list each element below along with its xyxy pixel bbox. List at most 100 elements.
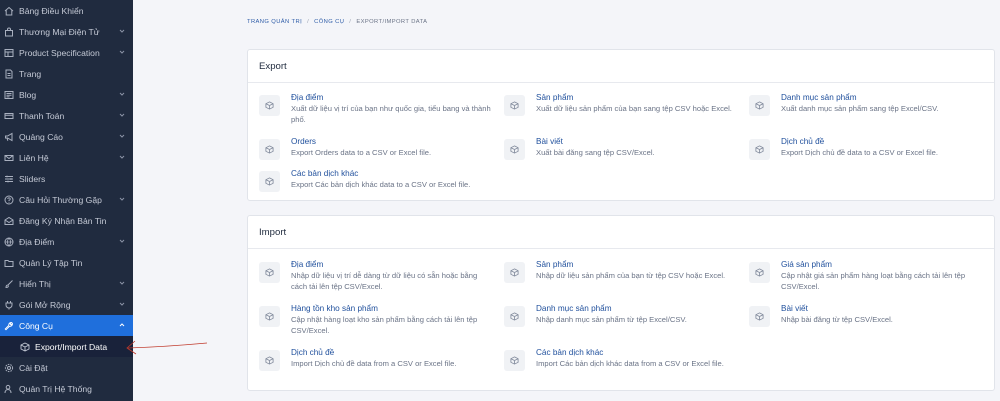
item-description: Export Các bản dịch khác data to a CSV o…: [291, 180, 471, 189]
globe-icon: [4, 237, 14, 247]
export-card-title: Export: [248, 50, 994, 83]
sidebar-item-label: Địa Điểm: [19, 236, 55, 247]
sidebar-item-label: Cài Đặt: [19, 362, 48, 373]
sidebar-item-ecommerce[interactable]: Thương Mại Điện Tử: [0, 21, 133, 42]
help-circle-icon: [4, 195, 14, 205]
breadcrumb-separator: /: [349, 19, 352, 25]
folder-icon: [4, 258, 14, 268]
item-description: Cập nhật hàng loạt kho sản phẩm bằng các…: [291, 315, 478, 335]
sidebar-item-system[interactable]: Quản Trị Hệ Thống: [0, 378, 133, 399]
sidebar-item-label: Quản Trị Hệ Thống: [19, 383, 92, 394]
sidebar-item-label: Thanh Toán: [19, 110, 65, 121]
export-item-orders[interactable]: Orders Export Orders data to a CSV or Exc…: [259, 137, 494, 160]
sidebar-item-pages[interactable]: Trang: [0, 63, 133, 84]
sidebar-item-label: Câu Hỏi Thường Gặp: [19, 194, 102, 205]
item-title: Giá sản phẩm: [781, 260, 832, 269]
sidebar-item-media[interactable]: Quản Lý Tập Tin: [0, 252, 133, 273]
item-title: Dịch chủ đề: [781, 137, 825, 146]
sidebar-item-settings[interactable]: Cài Đặt: [0, 357, 133, 378]
import-item-other-translations[interactable]: Các bản dịch khác Import Các bản dịch khá…: [504, 348, 739, 371]
package-icon: [749, 306, 770, 327]
import-item-theme-translations[interactable]: Dịch chủ đề Import Dịch chủ đề data from …: [259, 348, 494, 371]
package-icon: [504, 306, 525, 327]
export-item-products[interactable]: Sản phẩm Xuất dữ liệu sản phẩm của bạn sa…: [504, 93, 739, 116]
import-card-title: Import: [248, 216, 994, 249]
package-icon: [749, 139, 770, 160]
item-title: Địa điểm: [291, 93, 324, 102]
sidebar-item-payments[interactable]: Thanh Toán: [0, 105, 133, 126]
sidebar-item-label: Đăng Ký Nhận Bản Tin: [19, 215, 107, 226]
import-item-products[interactable]: Sản phẩm Nhập dữ liệu sản phẩm của bạn từ…: [504, 260, 739, 283]
item-title: Các bản dịch khác: [291, 169, 359, 178]
item-description: Xuất dữ liệu vị trí của bạn như quốc gia…: [291, 104, 491, 124]
sidebar-item-blog[interactable]: Blog: [0, 84, 133, 105]
sidebar-item-label: Liên Hệ: [19, 152, 49, 163]
item-description: Nhập dữ liệu sản phẩm của bạn từ tệp CSV…: [536, 271, 726, 280]
item-title: Bài viết: [536, 137, 563, 146]
chevron-down-icon: [119, 196, 125, 202]
sidebar-item-newsletter[interactable]: Đăng Ký Nhận Bản Tin: [0, 210, 133, 231]
breadcrumb-tools[interactable]: CÔNG CỤ: [314, 19, 344, 25]
sidebar-item-plugins[interactable]: Gói Mở Rộng: [0, 294, 133, 315]
gear-icon: [4, 363, 14, 373]
sidebar-item-appearance[interactable]: Hiển Thị: [0, 273, 133, 294]
export-item-theme-translations[interactable]: Dịch chủ đề Export Dịch chủ đề data to a …: [749, 137, 984, 160]
item-description: Nhập bài đăng từ tệp CSV/Excel.: [781, 315, 893, 324]
import-item-product-prices[interactable]: Giá sản phẩm Cập nhật giá sản phẩm hàng l…: [749, 260, 984, 292]
export-item-other-translations[interactable]: Các bản dịch khác Export Các bản dịch khá…: [259, 169, 494, 192]
package-icon: [504, 350, 525, 371]
import-item-product-categories[interactable]: Danh mục sản phẩm Nhập danh mục sản phẩm …: [504, 304, 739, 327]
sidebar-item-ads[interactable]: Quảng Cáo: [0, 126, 133, 147]
package-icon: [20, 341, 30, 352]
sidebar-item-label: Thương Mại Điện Tử: [19, 26, 100, 37]
export-item-posts[interactable]: Bài viết Xuất bài đăng sang tệp CSV/Excel…: [504, 137, 739, 160]
import-item-posts[interactable]: Bài viết Nhập bài đăng từ tệp CSV/Excel.: [749, 304, 984, 327]
sidebar-item-sliders[interactable]: Sliders: [0, 168, 133, 189]
sidebar-item-locations[interactable]: Địa Điểm: [0, 231, 133, 252]
article-icon: [4, 90, 14, 100]
megaphone-icon: [4, 132, 14, 142]
item-title: Danh mục sản phẩm: [781, 93, 857, 102]
item-title: Orders: [291, 137, 317, 146]
package-icon: [504, 139, 525, 160]
package-icon: [259, 306, 280, 327]
sidebar-item-label: Bảng Điều Khiển: [19, 5, 84, 16]
breadcrumb-current: EXPORT/IMPORT DATA: [356, 19, 428, 25]
package-icon: [504, 262, 525, 283]
breadcrumb-home[interactable]: TRANG QUẢN TRỊ: [247, 19, 302, 25]
export-item-product-categories[interactable]: Danh mục sản phẩm Xuất danh mục sản phẩm …: [749, 93, 984, 116]
package-icon: [259, 139, 280, 160]
package-icon: [504, 95, 525, 116]
breadcrumb-separator: /: [307, 19, 310, 25]
sidebar-item-faq[interactable]: Câu Hỏi Thường Gặp: [0, 189, 133, 210]
sidebar-item-label: Sliders: [19, 173, 46, 184]
sidebar-item-label: Hiển Thị: [19, 278, 51, 289]
sidebar-item-label: Product Specification: [19, 47, 100, 58]
import-item-locations[interactable]: Địa điểm Nhập dữ liệu vị trí dễ dàng từ d…: [259, 260, 494, 292]
package-icon: [259, 95, 280, 116]
plug-icon: [4, 300, 14, 310]
brush-icon: [4, 279, 14, 289]
import-item-product-inventory[interactable]: Hàng tồn kho sản phẩm Cập nhật hàng loạt …: [259, 304, 494, 336]
package-icon: [259, 350, 280, 371]
item-description: Xuất danh mục sản phẩm sang tệp Excel/CS…: [781, 104, 939, 113]
package-icon: [259, 262, 280, 283]
item-description: Nhập dữ liệu vị trí dễ dàng từ dữ liệu c…: [291, 271, 478, 291]
wrench-icon: [4, 321, 14, 331]
sidebar-item-tools[interactable]: Công Cụ: [0, 315, 133, 336]
sidebar: Bảng Điều Khiển Thương Mại Điện Tử Produ…: [0, 0, 133, 401]
chevron-down-icon: [119, 154, 125, 160]
chevron-down-icon: [119, 238, 125, 244]
sidebar-subitem-export-import-data[interactable]: Export/Import Data: [0, 336, 133, 357]
item-title: Sản phẩm: [536, 93, 574, 102]
item-title: Hàng tồn kho sản phẩm: [291, 304, 378, 313]
export-item-locations[interactable]: Địa điểm Xuất dữ liệu vị trí của bạn như …: [259, 93, 494, 125]
credit-card-icon: [4, 111, 14, 121]
sidebar-item-label: Blog: [19, 89, 37, 100]
package-icon: [749, 95, 770, 116]
chevron-down-icon: [119, 28, 125, 34]
item-description: Export Orders data to a CSV or Excel fil…: [291, 148, 432, 157]
sidebar-item-product-specification[interactable]: Product Specification: [0, 42, 133, 63]
sidebar-item-contact[interactable]: Liên Hệ: [0, 147, 133, 168]
sidebar-item-dashboard[interactable]: Bảng Điều Khiển: [0, 0, 133, 21]
